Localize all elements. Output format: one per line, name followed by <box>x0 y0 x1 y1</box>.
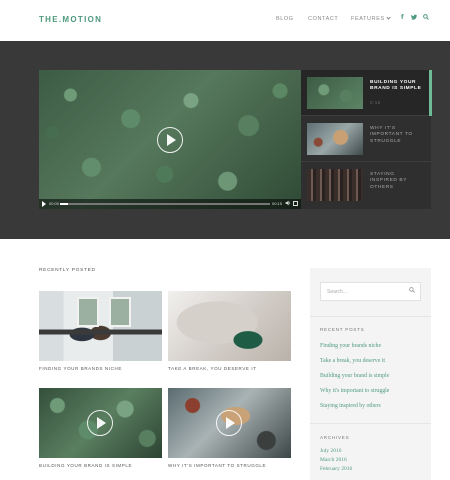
playlist-thumbnail <box>307 77 363 109</box>
site-logo[interactable]: THE.MOTION <box>39 15 102 24</box>
post-image[interactable] <box>39 291 162 361</box>
video-controls: 00:00 00:15 <box>39 199 301 209</box>
post-caption[interactable]: WHY IT'S IMPORTANT TO STRUGGLE <box>168 463 266 468</box>
duration: 00:15 <box>272 201 283 206</box>
playlist-thumbnail <box>307 123 363 155</box>
nav-contact[interactable]: CONTACT <box>308 16 338 22</box>
post-caption[interactable]: TAKE A BREAK, YOU DESERVE IT <box>168 366 257 371</box>
post-caption[interactable]: BUILDING YOUR BRAND IS SIMPLE <box>39 463 132 468</box>
playlist-item-duration: 0:15 <box>370 100 381 105</box>
playlist-item[interactable]: BUILDING YOUR BRAND IS SIMPLE 0:15 <box>301 70 432 116</box>
post-image[interactable] <box>39 388 162 458</box>
active-indicator <box>429 70 432 116</box>
post-image[interactable] <box>168 388 291 458</box>
recently-posted-heading: RECENTLY POSTED <box>39 268 96 273</box>
sidebar: RECENT POSTS Finding your brands niche T… <box>310 268 431 480</box>
archives-heading: ARCHIVES <box>320 435 350 440</box>
site-header: THE.MOTION BLOG CONTACT FEATURES f <box>0 0 450 41</box>
recent-post-link[interactable]: Building your brand is simple <box>320 373 389 379</box>
hero-section: 00:00 00:15 BUILDING YOUR BRAND IS SIMPL… <box>0 41 450 239</box>
recent-posts-heading: RECENT POSTS <box>320 327 365 332</box>
recent-post-link[interactable]: Finding your brands niche <box>320 343 381 349</box>
play-icon[interactable] <box>216 410 242 436</box>
volume-icon[interactable] <box>285 200 291 206</box>
divider <box>310 423 431 424</box>
search-icon[interactable] <box>409 287 415 293</box>
play-icon[interactable] <box>157 127 183 153</box>
playlist-item[interactable]: STAYING INSPIRED BY OTHERS <box>301 162 431 208</box>
playlist-item-title: BUILDING YOUR BRAND IS SIMPLE <box>370 80 422 92</box>
archive-link[interactable]: July 2016 <box>320 448 342 454</box>
facebook-icon[interactable]: f <box>401 14 404 21</box>
nav-features-label: FEATURES <box>351 16 385 22</box>
window-shape <box>109 297 131 327</box>
post-caption[interactable]: FINDING YOUR BRANDS NICHE <box>39 366 122 371</box>
progress-fill <box>60 203 69 205</box>
search-input[interactable] <box>321 283 411 300</box>
search-box <box>320 282 421 301</box>
post-image[interactable] <box>168 291 291 361</box>
main-video-player[interactable]: 00:00 00:15 <box>39 70 301 209</box>
playlist-item-title: STAYING INSPIRED BY OTHERS <box>370 172 407 190</box>
play-icon[interactable] <box>87 410 113 436</box>
video-playlist: BUILDING YOUR BRAND IS SIMPLE 0:15 WHY I… <box>301 70 432 209</box>
twitter-icon[interactable] <box>411 14 417 20</box>
fullscreen-icon[interactable] <box>293 201 298 206</box>
window-shape <box>77 297 99 327</box>
divider <box>310 316 431 317</box>
playlist-item-title: WHY IT'S IMPORTANT TO STRUGGLE <box>370 126 413 144</box>
search-icon[interactable] <box>423 14 429 20</box>
recent-post-link[interactable]: Staying inspired by others <box>320 403 381 409</box>
recent-post-link[interactable]: Why it's important to struggle <box>320 388 389 394</box>
recent-post-link[interactable]: Take a break, you deserve it <box>320 358 385 364</box>
current-time: 00:00 <box>49 201 60 206</box>
archive-link[interactable]: February 2016 <box>320 466 352 472</box>
nav-blog[interactable]: BLOG <box>276 16 294 22</box>
progress-bar[interactable] <box>60 203 270 205</box>
control-play-icon[interactable] <box>42 201 46 207</box>
archive-link[interactable]: March 2016 <box>320 457 347 463</box>
playlist-thumbnail <box>307 169 363 201</box>
dropdown-icon <box>386 15 391 20</box>
playlist-item[interactable]: WHY IT'S IMPORTANT TO STRUGGLE <box>301 116 431 162</box>
nav-features[interactable]: FEATURES <box>351 15 391 22</box>
